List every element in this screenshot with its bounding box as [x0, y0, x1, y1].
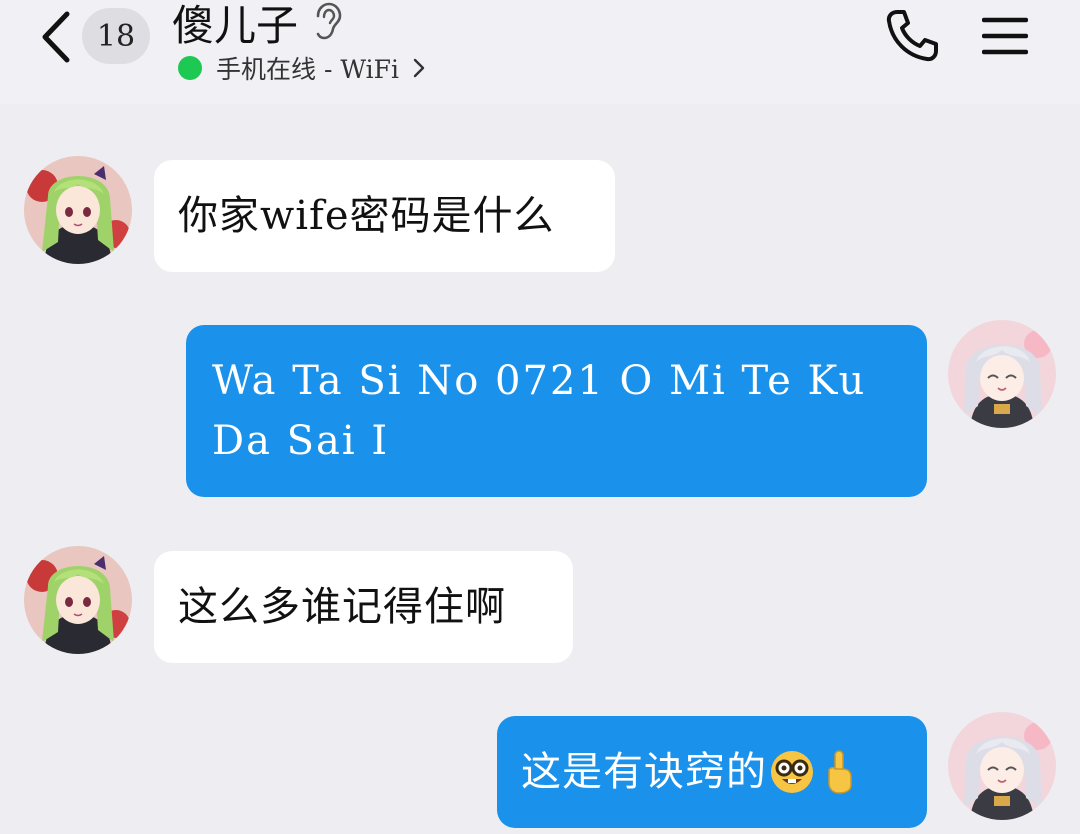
unread-count-badge[interactable]: 18: [82, 8, 150, 64]
online-status[interactable]: 手机在线 - WiFi: [178, 50, 427, 86]
voice-call-button[interactable]: [882, 6, 942, 66]
online-status-text: 手机在线 - WiFi: [216, 55, 399, 84]
ear-icon[interactable]: [312, 2, 346, 42]
chevron-left-icon: [42, 11, 70, 63]
message-bubble-incoming[interactable]: 这么多谁记得住啊: [154, 551, 573, 663]
nerd-face-emoji: [771, 751, 813, 793]
message-bubble-incoming[interactable]: 你家wife密码是什么: [154, 160, 615, 272]
message-text: 你家wife密码是什么: [178, 193, 555, 239]
message-bubble-outgoing[interactable]: Wa Ta Si No 0721 O Mi Te Ku Da Sai I: [186, 325, 927, 497]
chat-title: 傻儿子: [172, 0, 299, 50]
phone-icon: [886, 10, 938, 62]
message-text-line-2: Da Sai I: [212, 418, 390, 464]
message-text: 这是有诀窍的: [521, 749, 767, 795]
pointing-up-emoji: [828, 750, 852, 794]
chat-header: 18 傻儿子 手机在线 - WiFi: [0, 0, 1080, 104]
message-text-line-1: Wa Ta Si No 0721 O Mi Te Ku: [212, 358, 867, 404]
my-avatar[interactable]: [948, 320, 1056, 428]
back-button[interactable]: [36, 10, 76, 64]
chevron-right-icon: [413, 57, 427, 79]
contact-avatar[interactable]: [24, 546, 132, 654]
hamburger-menu-icon: [982, 17, 1028, 55]
message-text: 这么多谁记得住啊: [178, 584, 506, 630]
contact-avatar[interactable]: [24, 156, 132, 264]
my-avatar[interactable]: [948, 712, 1056, 820]
message-bubble-outgoing[interactable]: 这是有诀窍的: [497, 716, 927, 828]
chat-menu-button[interactable]: [980, 12, 1030, 60]
online-dot: [178, 56, 202, 80]
